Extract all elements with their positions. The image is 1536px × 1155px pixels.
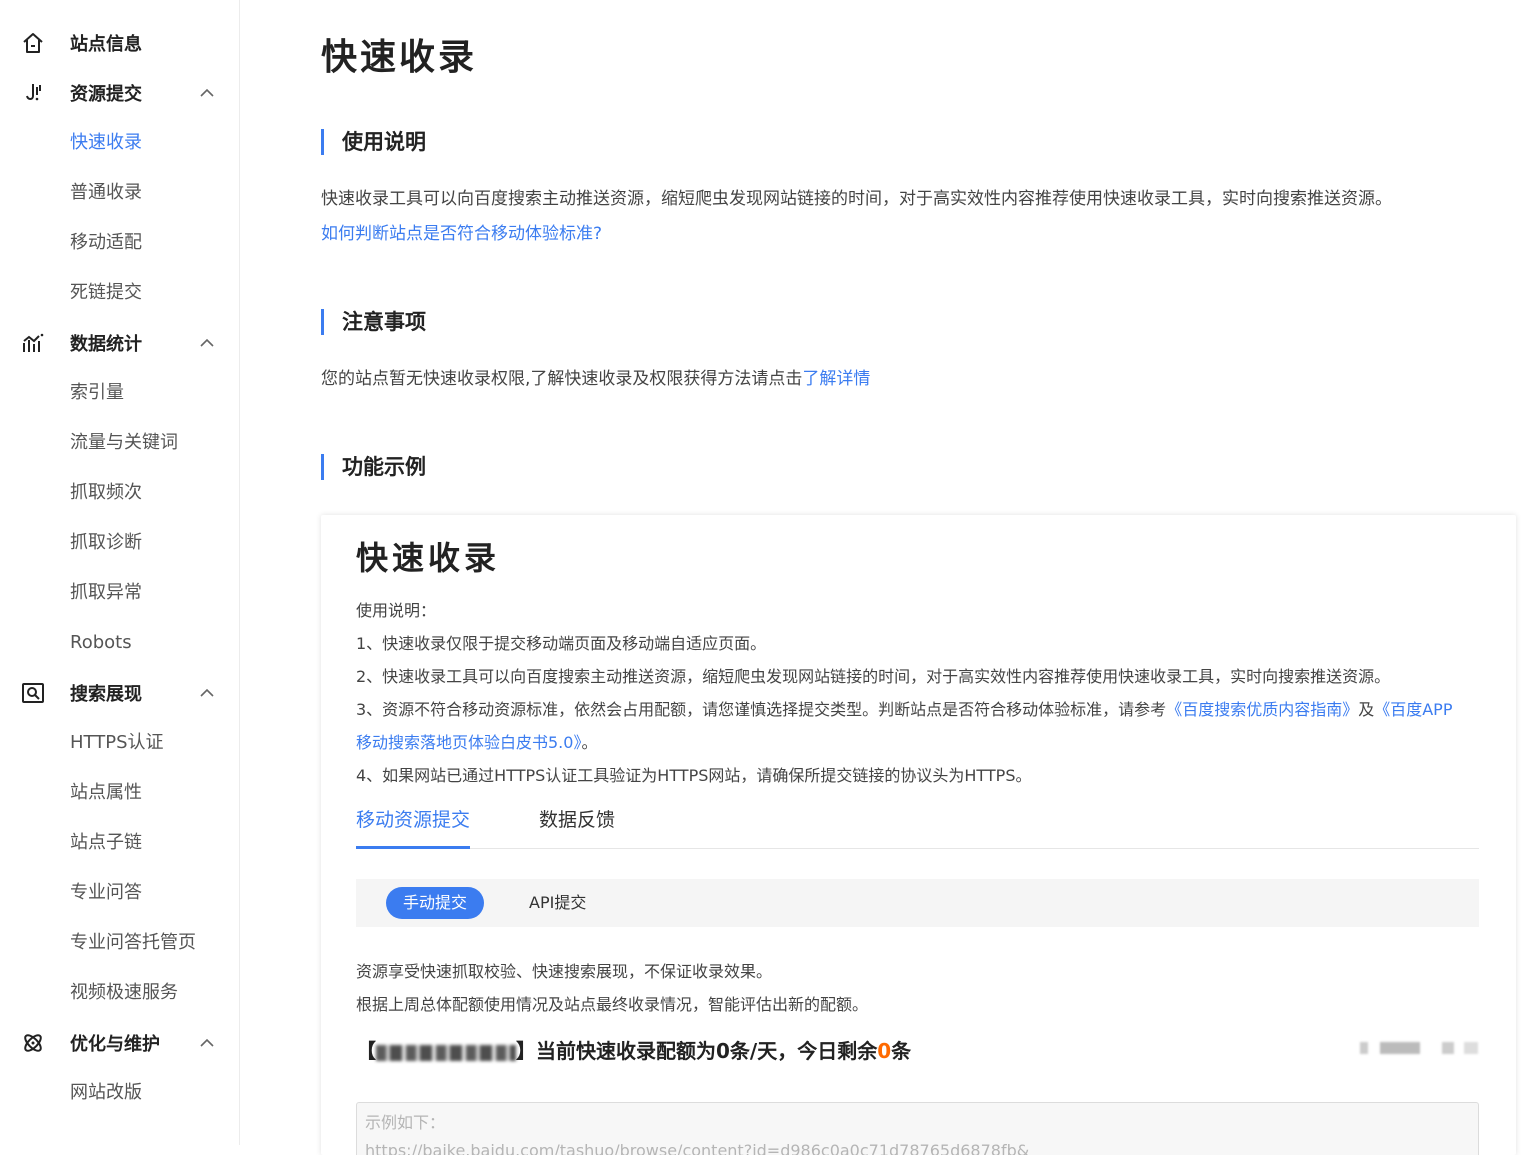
- sidebar-item-crawl-errors[interactable]: 抓取异常: [0, 568, 239, 618]
- card-rule-3-and: 及: [1358, 700, 1375, 719]
- page-title: 快速收录: [321, 37, 478, 78]
- whitepaper-link-part2[interactable]: 移动搜索落地页体验白皮书5.0》: [356, 733, 581, 752]
- chart-icon: [20, 330, 46, 356]
- sidebar-item-mobile-adapt[interactable]: 移动适配: [0, 218, 239, 268]
- section-heading-example: 功能示例: [321, 454, 426, 480]
- input-placeholder-url: https://baike.baidu.com/tashuo/browse/co…: [365, 1141, 1030, 1155]
- optimize-icon: [20, 1030, 46, 1056]
- chevron-up-icon[interactable]: [199, 335, 215, 351]
- card-rule-3: 3、资源不符合移动资源标准，依然会占用配额，请您谨慎选择提交类型。判断站点是否符…: [356, 696, 1452, 720]
- sidebar-group-label: 优化与维护: [70, 1034, 160, 1055]
- sidebar-item-fast-index[interactable]: 快速收录: [0, 118, 239, 168]
- tab-mobile-submit[interactable]: 移动资源提交: [356, 805, 471, 849]
- sidebar-item-normal-index[interactable]: 普通收录: [0, 168, 239, 218]
- quota-unit-day: 条/天，今日剩余: [729, 1039, 878, 1063]
- card-title: 快速收录: [356, 539, 501, 577]
- quota-desc-2: 根据上周总体配额使用情况及站点最终收录情况，智能评估出新的配额。: [356, 995, 869, 1014]
- card-rule-3-text: 3、资源不符合移动资源标准，依然会占用配额，请您谨慎选择提交类型。判断站点是否符…: [356, 700, 1167, 719]
- sidebar-group-label: 搜索展现: [70, 684, 142, 705]
- usage-description: 快速收录工具可以向百度搜索主动推送资源，缩短爬虫发现网站链接的时间，对于高实效性…: [321, 189, 1392, 209]
- manual-submit-button[interactable]: 手动提交: [386, 887, 485, 919]
- home-icon: [20, 30, 46, 56]
- sidebar-item-sitelinks[interactable]: 站点子链: [0, 818, 239, 868]
- quota-text: 】当前快速收录配额为: [516, 1039, 716, 1063]
- api-submit-tab[interactable]: API提交: [529, 887, 586, 919]
- card-usage-label: 使用说明：: [356, 601, 437, 620]
- sidebar-group-resource-submit[interactable]: 资源提交: [0, 68, 239, 118]
- chevron-up-icon[interactable]: [199, 1035, 215, 1051]
- card-rule-3-end: 。: [581, 733, 598, 752]
- quota-status: 【】当前快速收录配额为0条/天，今日剩余0条: [356, 1035, 911, 1064]
- sidebar-item-professional-qa[interactable]: 专业问答: [0, 868, 239, 918]
- card-tabs: 移动资源提交 数据反馈: [356, 805, 1479, 849]
- sidebar-item-https[interactable]: HTTPS认证: [0, 718, 239, 768]
- section-heading-usage: 使用说明: [321, 129, 426, 155]
- quota-desc-1: 资源享受快速抓取校验、快速搜索展现，不保证收录效果。: [356, 962, 773, 981]
- nav-group-resource-submit: 资源提交 快速收录 普通收录 移动适配 死链提交: [0, 68, 239, 318]
- quota-daily: 0: [716, 1039, 730, 1063]
- sidebar-item-site-attributes[interactable]: 站点属性: [0, 768, 239, 818]
- sidebar-item-crawl-frequency[interactable]: 抓取频次: [0, 468, 239, 518]
- sidebar-item-dead-link[interactable]: 死链提交: [0, 268, 239, 318]
- whitepaper-link-part1[interactable]: 《百度APP: [1374, 700, 1452, 719]
- nav-group-data-stats: 数据统计 索引量 流量与关键词 抓取频次 抓取诊断 抓取异常 Robots: [0, 318, 239, 668]
- section-heading-notice: 注意事项: [321, 309, 426, 335]
- quality-guide-link[interactable]: 《百度搜索优质内容指南》: [1166, 700, 1358, 719]
- nav-group-search-display: 搜索展现 HTTPS认证 站点属性 站点子链 专业问答 专业问答托管页 视频极速…: [0, 668, 239, 1018]
- chevron-up-icon[interactable]: [199, 85, 215, 101]
- submit-icon: [20, 80, 46, 106]
- sidebar-item-site-revision[interactable]: 网站改版: [0, 1068, 239, 1118]
- notice-description: 您的站点暂无快速收录权限,了解快速收录及权限获得方法请点击了解详情: [321, 364, 870, 389]
- sidebar-group-label: 资源提交: [70, 84, 142, 105]
- sidebar-group-optimize[interactable]: 优化与维护: [0, 1018, 239, 1068]
- input-placeholder: 示例如下：: [365, 1113, 446, 1132]
- card-rule-1: 1、快速收录仅限于提交移动端页面及移动端自适应页面。: [356, 634, 767, 653]
- submit-method-tabs: 手动提交 API提交: [356, 879, 1479, 927]
- notice-text: 您的站点暂无快速收录权限,了解快速收录及权限获得方法请点击: [321, 369, 803, 389]
- quota-remaining: 0: [877, 1039, 892, 1063]
- card-rule-2: 2、快速收录工具可以向百度搜索主动推送资源，缩短爬虫发现网站链接的时间，对于高实…: [356, 667, 1391, 686]
- card-rule-4: 4、如果网站已通过HTTPS认证工具验证为HTTPS网站，请确保所提交链接的协议…: [356, 766, 1032, 785]
- sidebar-item-video-service[interactable]: 视频极速服务: [0, 968, 239, 1018]
- url-input-area[interactable]: 示例如下： https://baike.baidu.com/tashuo/bro…: [356, 1102, 1479, 1155]
- sidebar-item-index-count[interactable]: 索引量: [0, 368, 239, 418]
- redacted-info: [1360, 1042, 1478, 1054]
- quota-bracket-open: 【: [356, 1039, 376, 1063]
- sidebar-item-robots[interactable]: Robots: [0, 618, 239, 668]
- sidebar-group-label: 站点信息: [70, 34, 142, 55]
- redacted-site-name: [376, 1044, 516, 1061]
- sidebar-item-traffic-keywords[interactable]: 流量与关键词: [0, 418, 239, 468]
- sidebar-group-data-stats[interactable]: 数据统计: [0, 318, 239, 368]
- nav-group-site-info: 站点信息: [0, 18, 239, 68]
- example-card: 快速收录 使用说明： 1、快速收录仅限于提交移动端页面及移动端自适应页面。 2、…: [321, 515, 1516, 1155]
- sidebar-item-qa-hosting[interactable]: 专业问答托管页: [0, 918, 239, 968]
- sidebar-item-crawl-diagnosis[interactable]: 抓取诊断: [0, 518, 239, 568]
- quota-unit: 条: [891, 1039, 912, 1063]
- sidebar: 站点信息 资源提交 快速收录 普通收录 移动适配 死链提交 数据统计 索引量 流…: [0, 0, 240, 1145]
- chevron-up-icon[interactable]: [199, 685, 215, 701]
- sidebar-group-search-display[interactable]: 搜索展现: [0, 668, 239, 718]
- mobile-standard-link[interactable]: 如何判断站点是否符合移动体验标准?: [321, 219, 602, 244]
- sidebar-group-site-info[interactable]: 站点信息: [0, 18, 239, 68]
- card-rule-3-cont: 移动搜索落地页体验白皮书5.0》。: [356, 729, 597, 753]
- search-display-icon: [20, 680, 46, 706]
- nav-group-optimize: 优化与维护 网站改版: [0, 1018, 239, 1118]
- learn-more-link[interactable]: 了解详情: [802, 369, 870, 389]
- tab-data-feedback[interactable]: 数据反馈: [539, 805, 615, 849]
- sidebar-group-label: 数据统计: [70, 334, 142, 355]
